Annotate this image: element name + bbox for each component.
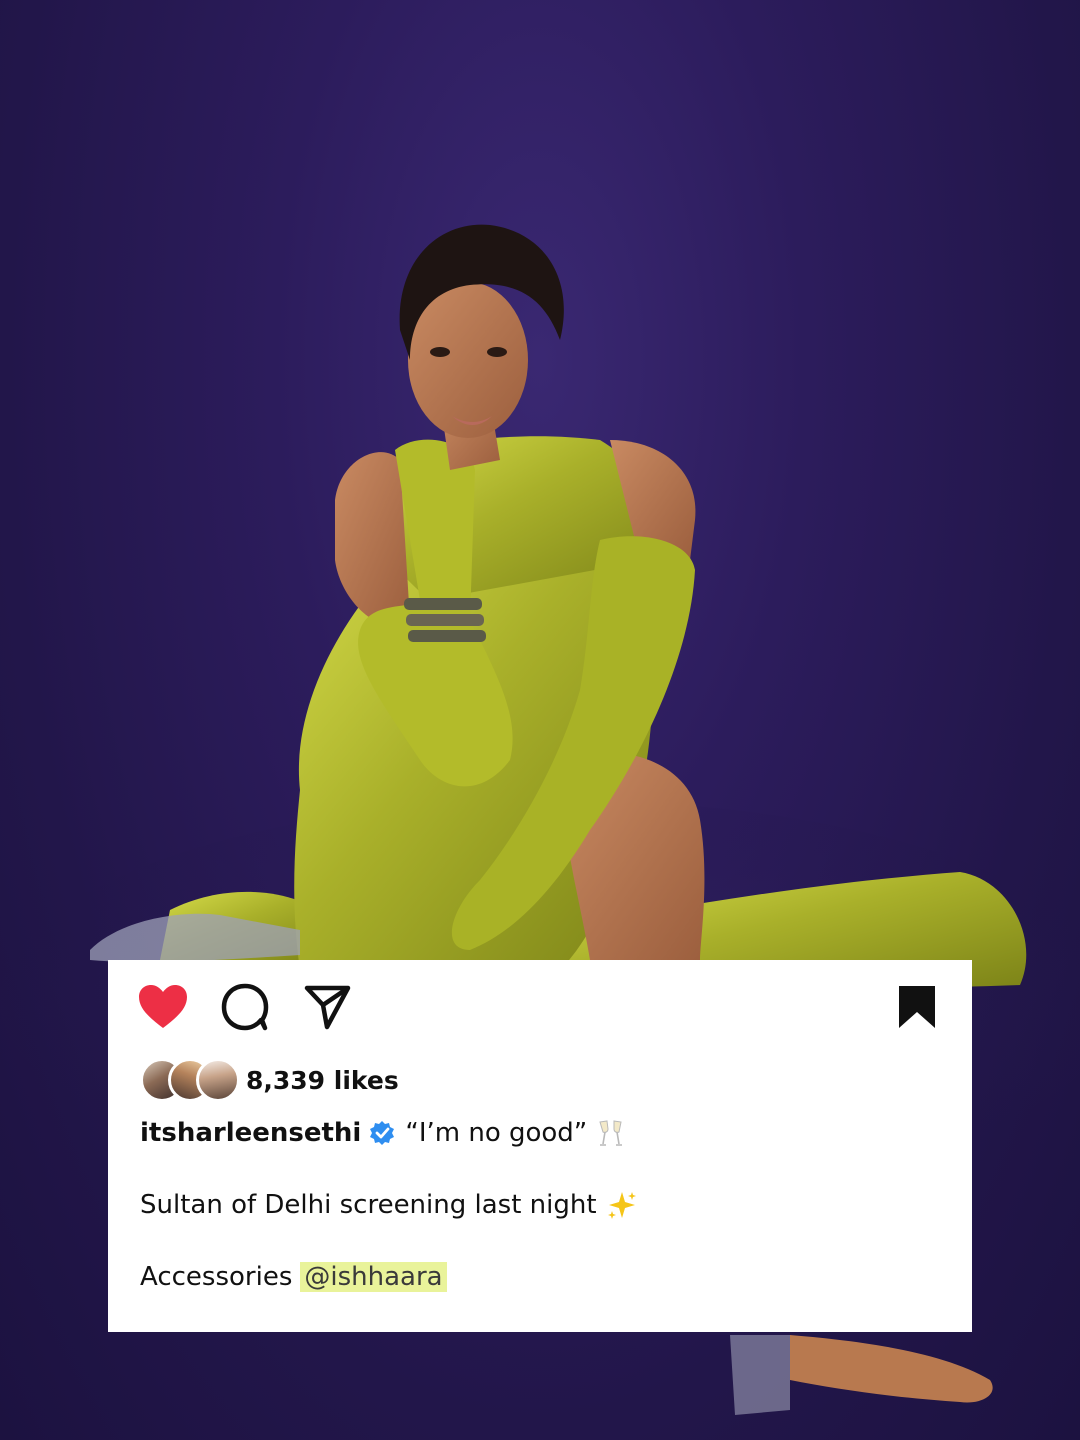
username[interactable]: itsharleensethi	[140, 1118, 361, 1148]
save-button[interactable]	[892, 982, 942, 1032]
likes-row[interactable]: 8,339 likes	[140, 1058, 399, 1102]
like-button[interactable]	[138, 982, 188, 1032]
sparkles-icon	[607, 1190, 637, 1220]
liker-avatars	[140, 1058, 240, 1102]
avatar	[196, 1058, 240, 1102]
paper-plane-icon	[304, 985, 351, 1030]
comment-bubble-icon	[221, 983, 269, 1031]
caption-text: Sultan of Delhi screening last night	[140, 1190, 597, 1220]
bookmark-icon	[899, 986, 935, 1028]
heart-icon	[139, 985, 187, 1028]
caption-quote: “I’m no good”	[405, 1118, 588, 1148]
mention-link[interactable]: @ishhaara	[300, 1262, 447, 1292]
caption-line-3: Accessories @ishhaara	[140, 1262, 447, 1292]
likes-count[interactable]: 8,339 likes	[246, 1066, 399, 1095]
caption-line-1: itsharleensethi “I’m no good”	[140, 1118, 625, 1148]
champagne-toast-icon	[597, 1118, 625, 1148]
caption-line-2: Sultan of Delhi screening last night	[140, 1190, 637, 1220]
comment-button[interactable]	[220, 982, 270, 1032]
share-button[interactable]	[302, 982, 352, 1032]
caption-prefix: Accessories	[140, 1262, 293, 1292]
post-card: 8,339 likes itsharleensethi “I’m no good…	[108, 960, 972, 1332]
action-bar	[138, 982, 942, 1032]
verified-badge-icon	[369, 1120, 395, 1146]
